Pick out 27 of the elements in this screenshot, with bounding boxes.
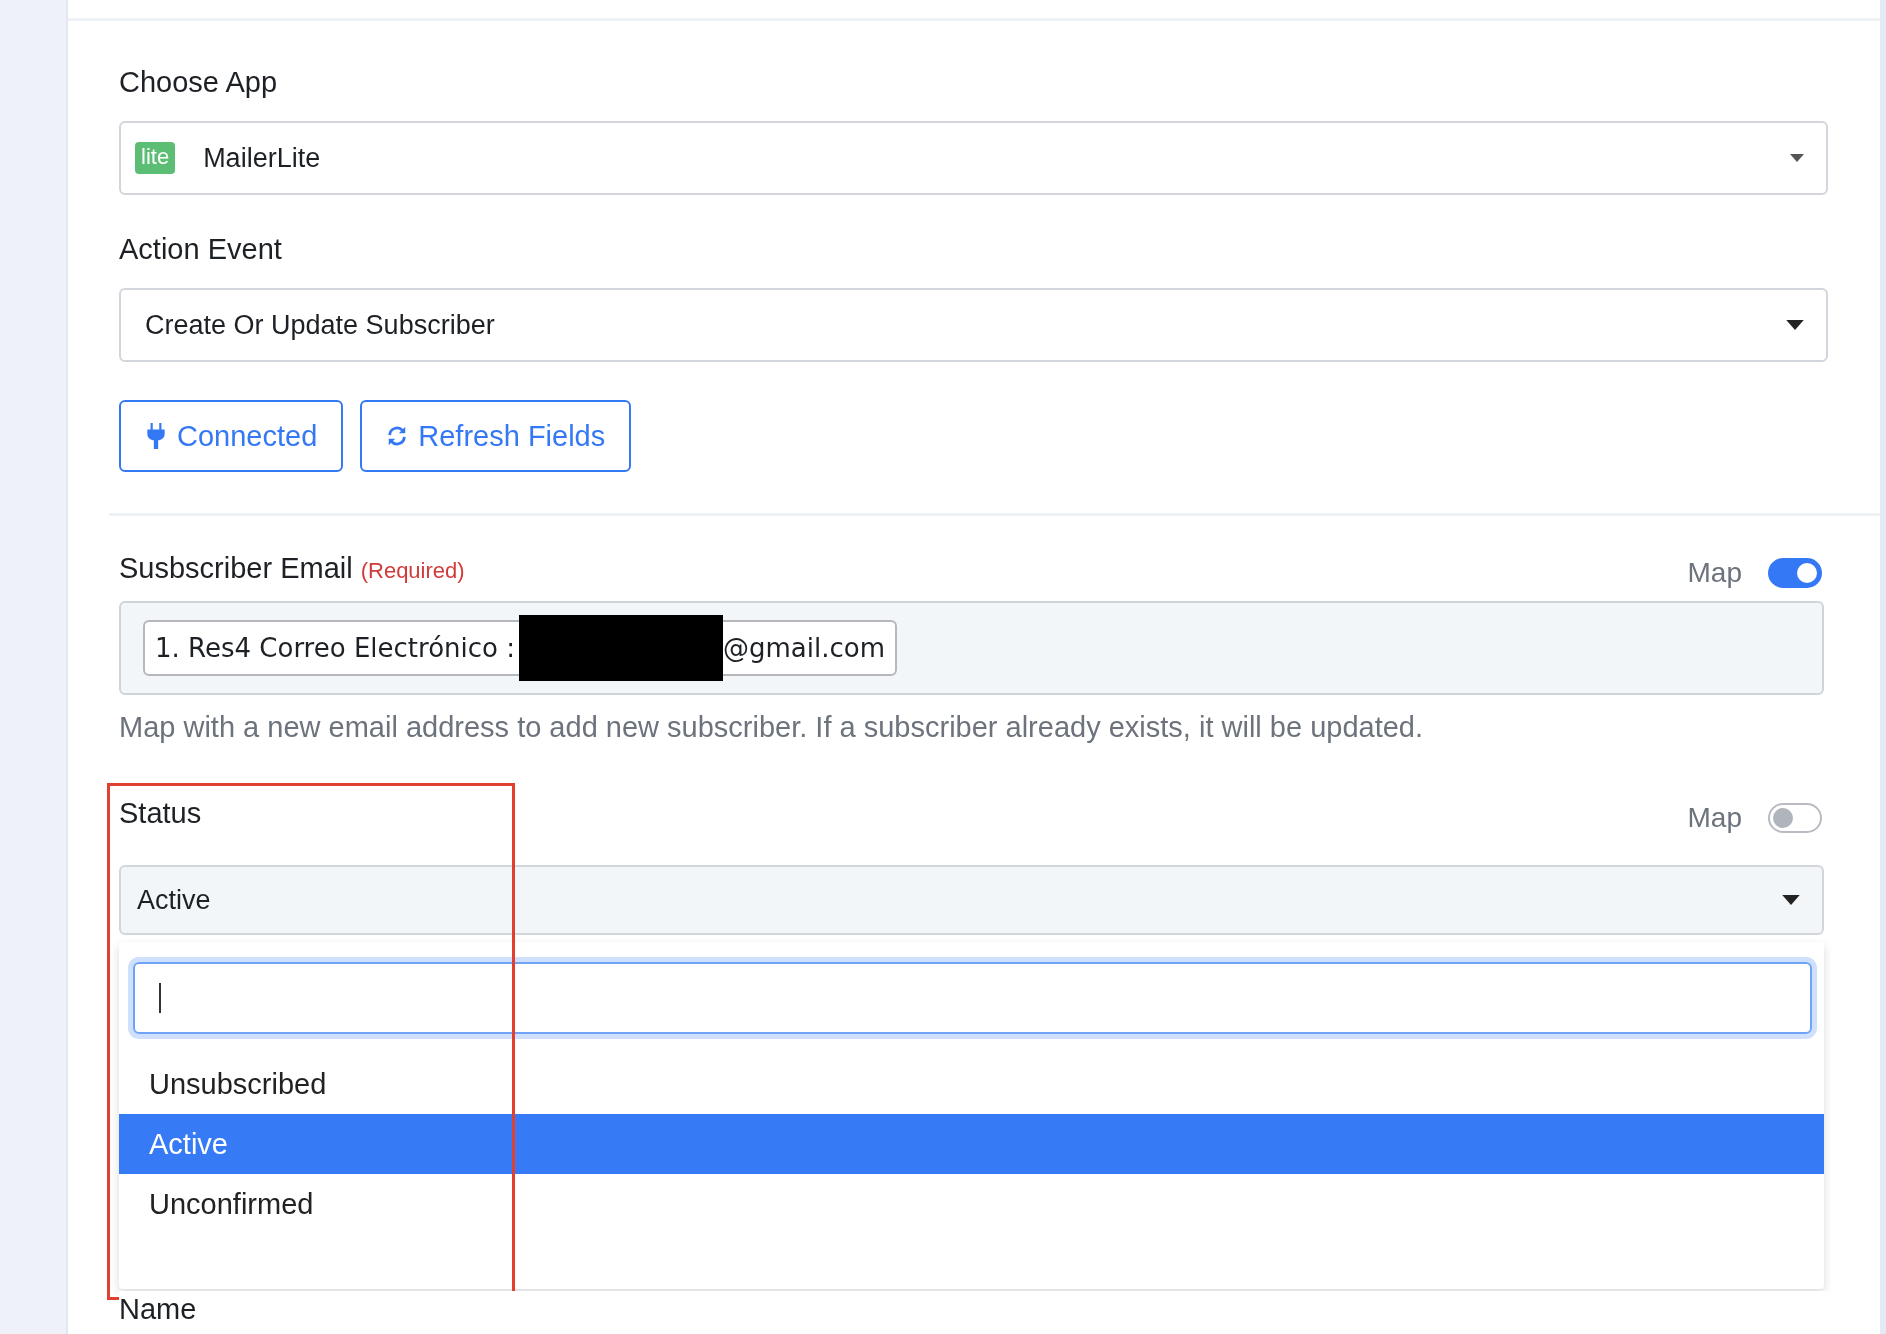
refresh-button[interactable]: Refresh Fields xyxy=(360,400,632,472)
tag-text: @gmail.com xyxy=(723,633,885,663)
text-cursor xyxy=(159,983,161,1013)
connected-button[interactable]: Connected xyxy=(119,400,344,472)
map-toggle[interactable] xyxy=(1768,558,1822,588)
dropdown-option[interactable]: Unconfirmed xyxy=(119,1174,1824,1234)
caret-icon xyxy=(1782,895,1800,905)
field-label: Susbscriber Email xyxy=(119,551,353,586)
caret-icon xyxy=(1786,320,1804,330)
help-text: Map with a new email address to add new subscriber. If a subscriber already exists, it will be updated. xyxy=(119,710,1425,745)
email-mapping-field[interactable]: 1. Res4 Correo Electrónico : @gmail.com xyxy=(119,601,1824,695)
status-select[interactable]: Active xyxy=(119,865,1824,935)
map-label: Map xyxy=(1687,557,1742,589)
required-note: (Required) xyxy=(360,558,465,584)
map-label: Map xyxy=(1687,802,1742,834)
app-logo: lite xyxy=(135,142,176,174)
app-select[interactable]: lite MailerLite xyxy=(119,121,1828,195)
tag-text: 1. Res4 Correo Electrónico : xyxy=(155,633,515,663)
caret-icon xyxy=(1790,154,1804,162)
map-toggle[interactable] xyxy=(1768,803,1822,833)
dropdown-option[interactable]: Unsubscribed xyxy=(119,1054,1824,1114)
plug-icon xyxy=(145,423,167,449)
field-label: Status xyxy=(119,796,202,831)
field-label: Choose App xyxy=(119,65,278,100)
dropdown-option[interactable]: Active xyxy=(119,1114,1824,1174)
event-select[interactable]: Create Or Update Subscriber xyxy=(119,288,1828,362)
field-label: Action Event xyxy=(119,232,283,267)
